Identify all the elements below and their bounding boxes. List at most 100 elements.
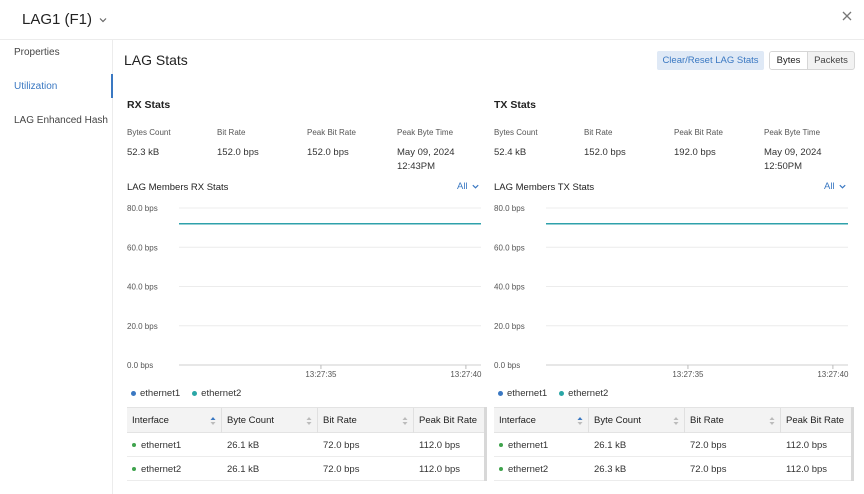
cell-text: ethernet1 [508, 439, 549, 451]
cell-peak-bit-rate: 112.0 bps [419, 439, 461, 451]
tx-panel: TX Stats Bytes Count Bit Rate Peak Bit R… [494, 40, 854, 494]
y-tick-label: 60.0 bps [127, 243, 158, 252]
rx-bytes-label: Bytes Count [127, 128, 171, 137]
legend-label: ethernet1 [507, 388, 548, 399]
rx-rate-value: 152.0 bps [217, 147, 259, 158]
cell-bit-rate: 72.0 bps [323, 439, 360, 451]
legend-ethernet2[interactable]: ethernet2 [192, 388, 241, 399]
rx-stats-title: RX Stats [127, 99, 171, 111]
column-bit-rate[interactable]: Bit Rate [318, 408, 414, 433]
column-peak-bit-rate[interactable]: Peak Bit Rate [414, 408, 487, 433]
legend-ethernet1[interactable]: ethernet1 [498, 388, 547, 399]
close-icon[interactable] [840, 9, 854, 23]
column-interface[interactable]: Interface [494, 408, 589, 433]
column-label: Byte Count [227, 415, 274, 426]
y-tick-label: 80.0 bps [494, 204, 525, 213]
tx-bytes-value: 52.4 kB [494, 147, 527, 158]
column-bit-rate[interactable]: Bit Rate [685, 408, 781, 433]
legend-label: ethernet2 [201, 388, 242, 399]
sort-icon [673, 416, 679, 425]
cell-byte-count: 26.1 kB [227, 439, 260, 451]
table-row[interactable]: ethernet2 26.3 kB 72.0 bps 112.0 bps [494, 457, 854, 481]
active-item-marker [111, 74, 113, 98]
tx-peak-value: 192.0 bps [674, 147, 716, 158]
y-tick-label: 60.0 bps [494, 243, 525, 252]
cell-text: ethernet2 [508, 463, 549, 475]
tx-rate-label: Bit Rate [584, 128, 613, 137]
rx-time-clock: 12:43PM [397, 161, 436, 172]
table-header: Interface Byte Count Bit Rate Peak Bit R… [494, 408, 854, 433]
rx-panel: RX Stats Bytes Count Bit Rate Peak Bit R… [127, 40, 487, 494]
cell-byte-count: 26.3 kB [594, 463, 627, 475]
sort-icon [769, 416, 775, 425]
rx-filter-dropdown[interactable]: All [457, 181, 480, 192]
tx-members-title: LAG Members TX Stats [494, 182, 595, 193]
column-byte-count[interactable]: Byte Count [589, 408, 685, 433]
legend-ethernet2[interactable]: ethernet2 [559, 388, 608, 399]
column-label: Byte Count [594, 415, 641, 426]
table-row[interactable]: ethernet1 26.1 kB 72.0 bps 112.0 bps [494, 433, 854, 457]
y-tick-label: 40.0 bps [494, 283, 525, 292]
tx-rate-value: 152.0 bps [584, 147, 626, 158]
sort-icon [402, 416, 408, 425]
tx-stats-title: TX Stats [494, 99, 537, 111]
sidebar-item-properties[interactable]: Properties [14, 47, 60, 58]
tx-members-table: Interface Byte Count Bit Rate Peak Bit R… [494, 407, 854, 481]
column-label: Peak Bit Rate [786, 415, 845, 426]
legend-label: ethernet1 [140, 388, 181, 399]
column-interface[interactable]: Interface [127, 408, 222, 433]
rx-bytes-value: 52.3 kB [127, 147, 160, 158]
table-row[interactable]: ethernet1 26.1 kB 72.0 bps 112.0 bps [127, 433, 487, 457]
tx-chart-legend: ethernet1 ethernet2 [498, 388, 608, 399]
sidebar-item-utilization[interactable]: Utilization [14, 81, 57, 92]
tx-members-chart: 80.0 bps 60.0 bps 40.0 bps 20.0 bps 0.0 bps 1… [494, 204, 849, 379]
x-tick-label: 13:27:40 [817, 370, 849, 379]
column-peak-bit-rate[interactable]: Peak Bit Rate [781, 408, 854, 433]
lag-title: LAG1 (F1) [22, 11, 93, 28]
table-row[interactable]: ethernet2 26.1 kB 72.0 bps 112.0 bps [127, 457, 487, 481]
rx-members-chart: 80.0 bps 60.0 bps 40.0 bps 20.0 bps 0.0 bps 1… [127, 204, 482, 379]
cell-bit-rate: 72.0 bps [323, 463, 360, 475]
column-byte-count[interactable]: Byte Count [222, 408, 318, 433]
cell-bit-rate: 72.0 bps [690, 463, 727, 475]
sort-icon [210, 416, 216, 425]
cell-interface: ethernet1 [127, 433, 222, 457]
y-tick-label: 40.0 bps [127, 283, 158, 292]
tx-peak-label: Peak Bit Rate [674, 128, 723, 137]
column-label: Bit Rate [690, 415, 724, 426]
legend-dot [131, 391, 136, 396]
rx-time-label: Peak Byte Time [397, 128, 454, 137]
column-label: Bit Rate [323, 415, 357, 426]
legend-label: ethernet2 [568, 388, 609, 399]
cell-text: ethernet1 [141, 439, 182, 451]
rx-peak-value: 152.0 bps [307, 147, 349, 158]
rx-time-date: May 09, 2024 [397, 147, 455, 158]
lag-selector[interactable]: LAG1 (F1) [22, 11, 108, 28]
legend-dot [559, 391, 565, 396]
cell-byte-count: 26.1 kB [594, 439, 627, 451]
status-up-icon [499, 467, 503, 471]
tx-time-value: May 09, 2024 12:50PM [764, 146, 822, 174]
cell-peak-bit-rate: 112.0 bps [786, 439, 828, 451]
chevron-down-icon [471, 184, 479, 189]
main-content: LAG Stats Clear/Reset LAG Stats Bytes Pa… [114, 40, 864, 494]
rx-filter-label: All [457, 181, 468, 192]
sidebar-item-lag-enhanced-hash[interactable]: LAG Enhanced Hash [14, 115, 108, 126]
legend-ethernet1[interactable]: ethernet1 [131, 388, 180, 399]
dialog-header: LAG1 (F1) [0, 0, 864, 40]
sort-icon [306, 416, 312, 425]
tx-filter-label: All [824, 181, 835, 192]
table-scroll-edge[interactable] [851, 407, 854, 481]
cell-interface: ethernet1 [494, 433, 589, 457]
x-tick-label: 13:27:35 [305, 370, 337, 379]
y-tick-label: 0.0 bps [127, 361, 153, 370]
cell-interface: ethernet2 [494, 457, 589, 481]
rx-time-value: May 09, 2024 12:43PM [397, 146, 455, 174]
cell-bit-rate: 72.0 bps [690, 439, 727, 451]
x-tick-label: 13:27:40 [450, 370, 482, 379]
cell-peak-bit-rate: 112.0 bps [419, 463, 461, 475]
tx-filter-dropdown[interactable]: All [824, 181, 847, 192]
column-label: Peak Bit Rate [419, 415, 478, 426]
table-scroll-edge[interactable] [484, 407, 487, 481]
cell-peak-bit-rate: 112.0 bps [786, 463, 828, 475]
